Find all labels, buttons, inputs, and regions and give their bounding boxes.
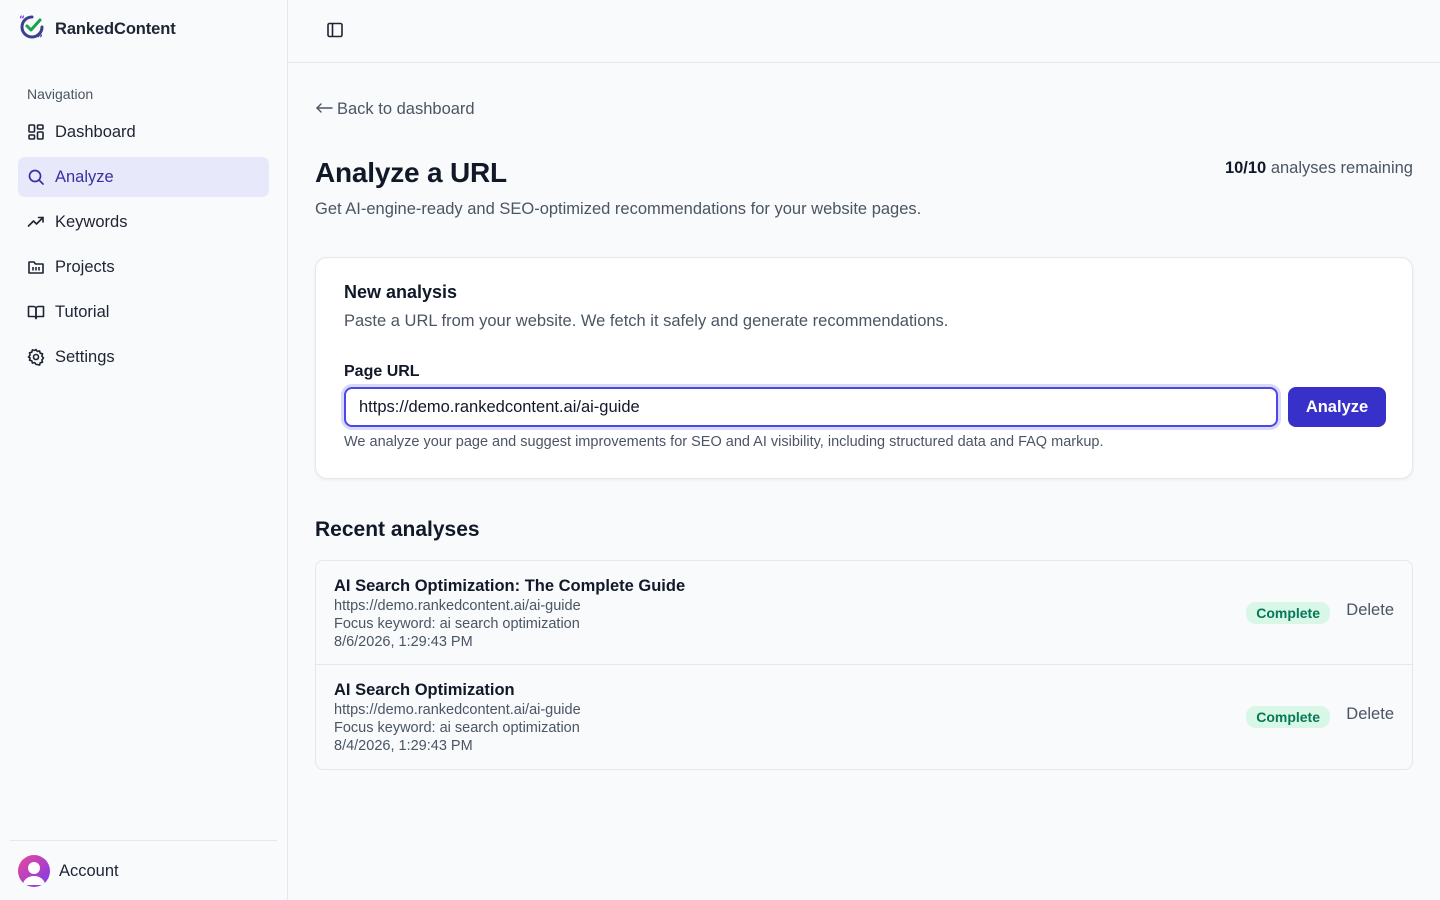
topbar (288, 0, 1440, 63)
sidebar-item-projects[interactable]: Projects (18, 247, 269, 287)
analysis-keyword: Focus keyword: ai search optimization (334, 616, 580, 632)
nav-heading: Navigation (27, 86, 94, 102)
sidebar-toggle-button[interactable] (324, 21, 346, 43)
sidebar-item-dashboard[interactable]: Dashboard (18, 112, 269, 152)
sidebar-item-tutorial[interactable]: Tutorial (18, 292, 269, 332)
dashboard-icon (27, 123, 45, 141)
analyze-button[interactable]: Analyze (1288, 387, 1386, 427)
sidebar-item-keywords[interactable]: Keywords (18, 202, 269, 242)
trending-icon (27, 213, 45, 231)
analysis-url: https://demo.rankedcontent.ai/ai-guide (334, 598, 581, 614)
account-label: Account (59, 861, 119, 880)
analysis-url: https://demo.rankedcontent.ai/ai-guide (334, 702, 581, 718)
user-icon (23, 862, 45, 885)
sidebar-item-label: Analyze (55, 167, 114, 186)
page-url-label: Page URL (344, 363, 420, 380)
status-badge: Complete (1246, 706, 1330, 728)
avatar (18, 855, 50, 887)
svg-text:“: “ (19, 15, 25, 25)
sidebar-item-label: Keywords (55, 212, 128, 231)
book-icon (27, 303, 45, 321)
analysis-date: 8/4/2026, 1:29:43 PM (334, 738, 473, 754)
card-title: New analysis (344, 282, 458, 302)
back-link-label: Back to dashboard (337, 100, 475, 118)
sidebar-item-label: Projects (55, 257, 115, 276)
sidebar: “ ” RankedContent Navigation Dashboard A… (0, 0, 288, 900)
analysis-date: 8/6/2026, 1:29:43 PM (334, 634, 473, 650)
brand-name: RankedContent (55, 19, 176, 38)
sidebar-toggle-icon (326, 21, 344, 44)
back-to-dashboard-link[interactable]: Back to dashboard (315, 100, 475, 119)
arrow-left-icon (315, 100, 333, 119)
gear-icon (27, 348, 45, 366)
delete-button[interactable]: Delete (1346, 705, 1394, 724)
helper-text: We analyze your page and suggest improve… (344, 434, 1104, 450)
sidebar-item-label: Dashboard (55, 122, 136, 141)
sidebar-nav: Dashboard Analyze Keywords Projects Tuto… (18, 112, 269, 382)
page-title: Analyze a URL (315, 157, 507, 188)
analysis-keyword: Focus keyword: ai search optimization (334, 720, 580, 736)
card-description: Paste a URL from your website. We fetch … (344, 312, 949, 330)
page-subtitle: Get AI-engine-ready and SEO-optimized re… (315, 200, 922, 218)
sidebar-item-settings[interactable]: Settings (18, 337, 269, 377)
search-icon (27, 168, 45, 186)
remaining-label: analyses remaining (1270, 159, 1413, 177)
svg-text:”: ” (37, 34, 43, 41)
sidebar-item-label: Settings (55, 347, 115, 366)
remaining-count: 10/10 (1224, 159, 1267, 177)
status-badge: Complete (1246, 602, 1330, 624)
analyses-remaining: 10/10 analyses remaining (1225, 159, 1413, 178)
list-item[interactable]: AI Search Optimization: The Complete Gui… (316, 561, 1412, 665)
sidebar-item-label: Tutorial (55, 302, 110, 321)
new-analysis-card: New analysis Paste a URL from your websi… (315, 257, 1413, 479)
page-url-input[interactable] (344, 387, 1278, 427)
list-item[interactable]: AI Search Optimization https://demo.rank… (316, 665, 1412, 769)
sidebar-divider (10, 840, 277, 841)
folder-icon (27, 258, 45, 276)
sidebar-item-analyze[interactable]: Analyze (18, 157, 269, 197)
brand-logo-icon: “ ” (18, 13, 46, 46)
recent-analyses-list: AI Search Optimization: The Complete Gui… (315, 560, 1413, 770)
analysis-title: AI Search Optimization (334, 681, 515, 699)
recent-analyses-title: Recent analyses (315, 518, 480, 541)
account-button[interactable]: Account (18, 855, 119, 887)
analysis-title: AI Search Optimization: The Complete Gui… (334, 577, 686, 595)
brand[interactable]: “ ” RankedContent (18, 13, 176, 46)
delete-button[interactable]: Delete (1346, 601, 1394, 620)
